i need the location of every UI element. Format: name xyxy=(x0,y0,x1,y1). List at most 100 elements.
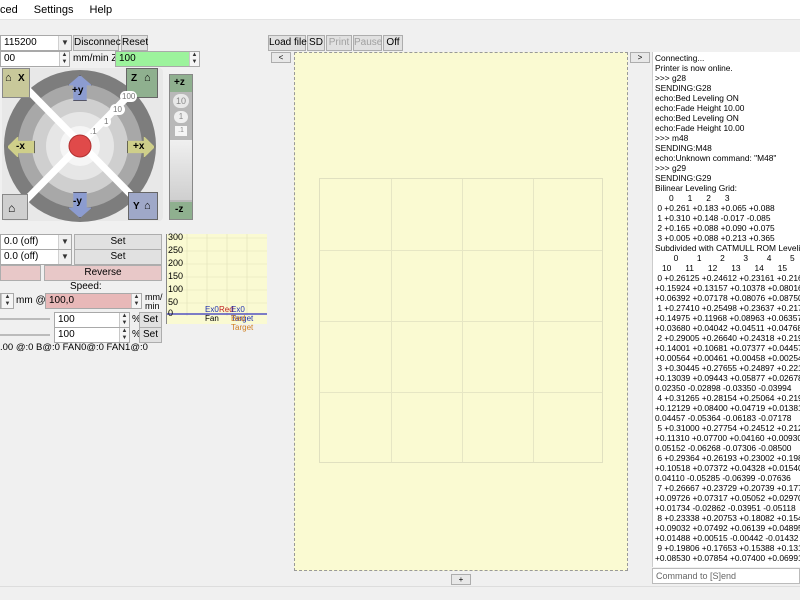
print-bed-preview[interactable] xyxy=(294,52,628,571)
z-jog-track[interactable] xyxy=(170,140,192,200)
log-line: 0.04457 -0.05364 -0.06183 -0.07178 xyxy=(655,413,792,423)
z-plus-button[interactable]: +z xyxy=(170,75,192,92)
bed-temp-select[interactable]: 0.0 (off) ▼ xyxy=(0,249,72,265)
z-jog-control[interactable]: +z 10 1 .1 -z xyxy=(169,74,193,220)
log-line: 5 +0.31000 +0.27754 +0.24512 +0.21268 + xyxy=(657,423,800,433)
log-line: 0 1 2 3 xyxy=(655,193,730,203)
log-line: >>> g29 xyxy=(655,163,686,173)
home-x-button[interactable]: ⌂ X xyxy=(2,68,30,98)
disconnect-button[interactable]: Disconnect xyxy=(73,35,123,51)
extrude-speed-value: 100,0 xyxy=(49,295,75,306)
log-line: 0 +0.26125 +0.24612 +0.23161 +0.21679 + xyxy=(657,273,800,283)
y-tick-150: 150 xyxy=(168,271,184,281)
menu-advanced[interactable]: ced xyxy=(0,0,26,20)
home-y-button[interactable]: Y ⌂ xyxy=(128,192,158,220)
home-all-button[interactable]: ⌂ xyxy=(2,194,28,220)
log-line: SENDING:G28 xyxy=(655,83,712,93)
log-line: 2 +0.29005 +0.26640 +0.24318 +0.21975 + xyxy=(657,333,800,343)
spin-arrows-icon[interactable]: ▲ ▼ xyxy=(189,52,199,66)
extrude-length-stepper[interactable]: ▲ ▼ xyxy=(0,293,14,309)
log-line: +0.01488 +0.00515 -0.00442 -0.01432 xyxy=(655,533,799,543)
print-speed-slider[interactable] xyxy=(0,318,50,320)
load-file-button[interactable]: Load file xyxy=(268,35,307,51)
home-icon: ⌂ xyxy=(5,72,12,84)
log-line: +0.15924 +0.13157 +0.10378 +0.08016 +0 xyxy=(655,283,800,293)
spin-arrows-icon[interactable]: ▲ ▼ xyxy=(1,294,13,308)
step-100-label[interactable]: 100 xyxy=(120,91,138,102)
extrude-speed-input[interactable]: 100,0 ▲ ▼ xyxy=(45,293,142,309)
menu-settings[interactable]: Settings xyxy=(26,0,82,20)
spin-arrows-icon[interactable]: ▲ ▼ xyxy=(59,52,69,66)
print-speed-input[interactable]: 100 ▲ ▼ xyxy=(54,312,130,328)
flow-rate-input[interactable]: 100 ▲ ▼ xyxy=(54,327,130,343)
legend-ex0: Ex0 xyxy=(205,305,219,314)
spin-arrows-icon[interactable]: ▲ ▼ xyxy=(119,313,129,327)
z-step-0-1-button[interactable]: .1 xyxy=(175,126,187,136)
set-print-speed-button[interactable]: Set xyxy=(139,312,162,328)
reverse-button[interactable]: Reverse xyxy=(44,265,162,281)
home-x-label: X xyxy=(18,73,25,84)
log-line: +0.14975 +0.11968 +0.08963 +0.06357 +0 xyxy=(655,313,800,323)
step-10-label[interactable]: 10 xyxy=(110,104,125,115)
hotend-temp-value: 0.0 (off) xyxy=(4,236,39,247)
home-icon: ⌂ xyxy=(144,200,151,212)
log-line: echo:Bed Leveling ON xyxy=(655,113,739,123)
y-tick-50: 50 xyxy=(168,297,179,307)
log-line: SENDING:M48 xyxy=(655,143,712,153)
log-line: 10 11 12 13 14 15 xyxy=(655,263,788,273)
z-step-10-button[interactable]: 10 xyxy=(173,94,189,108)
log-line: 9 +0.19806 +0.17653 +0.15388 +0.13179 + xyxy=(657,543,800,553)
hotend-temp-select[interactable]: 0.0 (off) ▼ xyxy=(0,234,72,250)
log-line: echo:Unknown command: "M48" xyxy=(655,153,777,163)
z-feedrate-input[interactable]: 100 ▲ ▼ xyxy=(115,51,200,67)
spin-arrows-icon[interactable]: ▲ ▼ xyxy=(119,328,129,342)
baud-rate-select[interactable]: 115200 ▼ xyxy=(0,35,72,51)
set-bed-button[interactable]: Set xyxy=(74,249,162,265)
set-flow-rate-button[interactable]: Set xyxy=(139,327,162,343)
left-panel-toggle[interactable]: < xyxy=(271,52,291,63)
temperature-status-line: .00 @:0 B@:0 FAN0@:0 FAN1@:0 xyxy=(0,342,148,353)
extrude-button[interactable] xyxy=(0,265,41,281)
plus-y-label: +y xyxy=(72,85,84,96)
log-line: +0.13039 +0.09443 +0.05877 +0.02678 +0 xyxy=(655,373,800,383)
xy-feedrate-input[interactable]: 00 ▲ ▼ xyxy=(0,51,70,67)
log-line: 1 +0.310 +0.148 -0.017 -0.085 xyxy=(655,213,771,223)
print-button[interactable]: Print xyxy=(326,35,352,51)
minus-y-label: -y xyxy=(73,196,82,207)
plus-x-label: +x xyxy=(133,141,145,152)
spin-arrows-icon[interactable]: ▲ ▼ xyxy=(131,294,141,308)
home-y-label: Y xyxy=(133,201,140,212)
log-line: Connecting... xyxy=(655,53,705,63)
z-step-1-button[interactable]: 1 xyxy=(174,111,188,123)
right-panel-toggle[interactable]: > xyxy=(630,52,650,63)
baud-rate-value: 115200 xyxy=(4,37,37,48)
log-line: 3 +0.005 +0.088 +0.213 +0.365 xyxy=(655,233,775,243)
log-line: Printer is now online. xyxy=(655,63,733,73)
home-z-label: Z xyxy=(131,73,138,84)
xy-jog-control[interactable]: ⌂ X Z ⌂ ⌂ Y ⌂ +y -y -x +x 100 10 1 .1 xyxy=(0,66,165,223)
chevron-down-icon: ▼ xyxy=(58,250,71,264)
off-button[interactable]: Off xyxy=(383,35,403,51)
log-line: +0.10518 +0.07372 +0.04328 +0.01540 -0 xyxy=(655,463,800,473)
log-line: +0.09726 +0.07317 +0.05052 +0.02970 +0 xyxy=(655,493,800,503)
y-tick-250: 250 xyxy=(168,245,184,255)
flow-rate-value: 100 xyxy=(58,329,75,340)
reset-button[interactable]: Reset xyxy=(121,35,148,51)
home-icon: ⌂ xyxy=(144,72,151,84)
flow-rate-slider[interactable] xyxy=(0,334,50,336)
log-line: Bilinear Leveling Grid: xyxy=(655,183,737,193)
bottom-panel-toggle[interactable]: + xyxy=(451,574,471,585)
z-minus-label: -z xyxy=(175,204,184,215)
step-0-1-label[interactable]: .1 xyxy=(90,127,97,136)
print-bed-grid xyxy=(319,178,603,463)
log-line: +0.01734 -0.02862 -0.03951 -0.05118 xyxy=(655,503,796,513)
command-input[interactable]: Command to [S]end xyxy=(652,568,800,584)
set-hotend-button[interactable]: Set xyxy=(74,234,162,250)
extrude-mm-label: mm @ xyxy=(16,295,46,306)
legend-bed-target: Bed Target xyxy=(231,314,254,332)
feedrate-unit-label: mm/min Z: xyxy=(73,53,121,64)
menu-help[interactable]: Help xyxy=(82,0,121,20)
pause-button[interactable]: Pause xyxy=(353,35,382,51)
z-minus-button[interactable]: -z xyxy=(170,202,192,219)
sd-button[interactable]: SD xyxy=(307,35,325,51)
